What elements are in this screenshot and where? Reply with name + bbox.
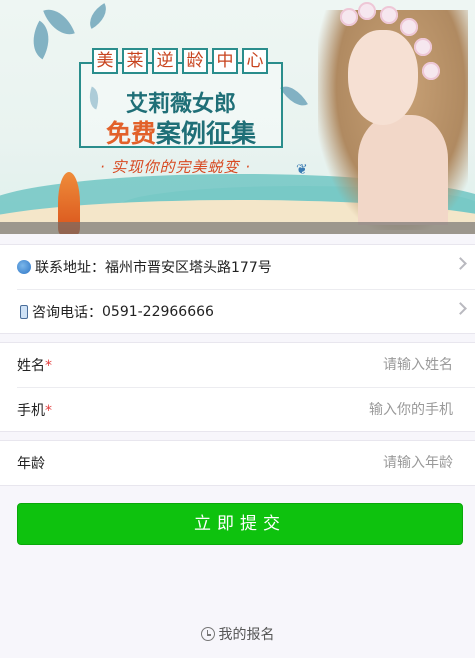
promo-banner: 美 莱 逆 龄 中 心 艾莉薇女郎 免费案例征集 · 实现你的完美蜕变 · ❦ bbox=[0, 0, 475, 234]
my-signup-label: 我的报名 bbox=[218, 627, 275, 643]
mobile-label: 手机* bbox=[17, 402, 52, 419]
age-form: 年龄 bbox=[0, 440, 475, 486]
chevron-right-icon bbox=[454, 302, 467, 315]
banner-bottom-strip bbox=[0, 222, 475, 234]
leaf-icon bbox=[83, 3, 113, 29]
age-field-row: 年龄 bbox=[0, 441, 475, 485]
name-label: 姓名* bbox=[17, 358, 52, 374]
chevron-right-icon bbox=[454, 257, 467, 270]
center-name-chars: 美 莱 逆 龄 中 心 bbox=[92, 48, 268, 74]
header-char: 中 bbox=[212, 48, 238, 74]
name-input[interactable] bbox=[52, 357, 453, 373]
banner-subtitle-free: 免费 bbox=[105, 119, 156, 148]
name-field-row: 姓名* bbox=[0, 343, 475, 387]
butterfly-icon: ❦ bbox=[296, 162, 308, 178]
age-label: 年龄 bbox=[17, 456, 45, 472]
header-char: 逆 bbox=[152, 48, 178, 74]
phone-row[interactable]: 咨询电话： 0591-22966666 bbox=[17, 289, 475, 333]
address-value: 福州市晋安区塔头路177号 bbox=[105, 260, 272, 276]
submit-button[interactable]: 立即提交 bbox=[17, 503, 463, 545]
phone-label: 咨询电话： bbox=[32, 304, 102, 321]
age-input[interactable] bbox=[45, 455, 453, 471]
mobile-input[interactable] bbox=[52, 401, 453, 418]
address-label: 联系地址： bbox=[35, 260, 105, 276]
banner-subtitle-case: 案例征集 bbox=[156, 119, 257, 148]
location-pin-icon bbox=[17, 260, 31, 274]
required-mark: * bbox=[45, 358, 52, 374]
header-char: 美 bbox=[92, 48, 118, 74]
clock-icon bbox=[200, 627, 215, 641]
my-signup-link[interactable]: 我的报名 bbox=[0, 624, 475, 644]
address-row[interactable]: 联系地址： 福州市晋安区塔头路177号 bbox=[0, 245, 475, 289]
header-char: 心 bbox=[242, 48, 268, 74]
required-mark: * bbox=[45, 402, 52, 419]
contact-info: 联系地址： 福州市晋安区塔头路177号 咨询电话： 0591-22966666 bbox=[0, 244, 475, 334]
header-char: 莱 bbox=[122, 48, 148, 74]
mobile-field-row: 手机* bbox=[17, 387, 475, 431]
signup-form: 姓名* 手机* bbox=[0, 342, 475, 432]
banner-subtitle: 免费案例征集 bbox=[0, 114, 362, 150]
banner-slogan: · 实现你的完美蜕变 · bbox=[100, 158, 252, 176]
phone-icon bbox=[20, 304, 28, 319]
header-char: 龄 bbox=[182, 48, 208, 74]
phone-value: 0591-22966666 bbox=[102, 303, 214, 320]
